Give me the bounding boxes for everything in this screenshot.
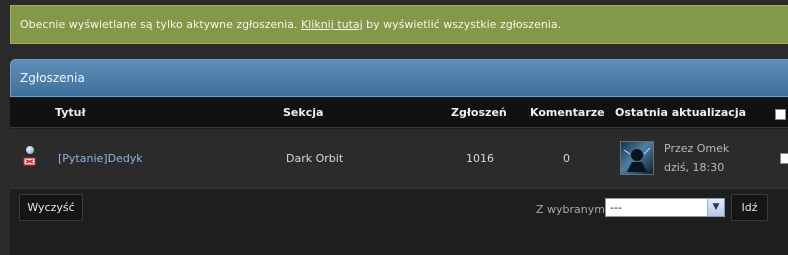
show-all-link[interactable]: Kliknij tutaj	[301, 18, 363, 31]
notice-text-before: Obecnie wyświetlane są tylko aktywne zgł…	[20, 18, 302, 31]
select-all-checkbox[interactable]	[775, 109, 786, 120]
table-row: [Pytanie]Dedyk Dark Orbit 1016 0 Przez O…	[10, 129, 788, 189]
row-last-update-author[interactable]: Przez Omek	[664, 141, 729, 157]
report-flag-icon	[23, 157, 36, 166]
row-comments-count: 0	[563, 152, 570, 165]
status-dot-icon	[26, 146, 34, 154]
table-header: Tytuł Sekcja Zgłoszeń Komentarze Ostatni…	[10, 98, 788, 128]
chevron-down-icon[interactable]: ▼	[707, 199, 724, 216]
column-reports[interactable]: Zgłoszeń	[451, 98, 507, 128]
column-last-update[interactable]: Ostatnia aktualizacja	[615, 98, 746, 128]
notice-text-after: by wyświetlić wszystkie zgłoszenia.	[362, 18, 562, 31]
notice-bar: Obecnie wyświetlane są tylko aktywne zgł…	[10, 5, 788, 44]
row-last-update-time: dziś, 18:30	[664, 161, 725, 174]
panel-title: Zgłoszenia	[10, 59, 788, 97]
with-selected-label: Z wybranymi:	[536, 203, 612, 216]
bulk-action-select-value: ---	[610, 201, 622, 214]
row-section: Dark Orbit	[286, 152, 344, 165]
avatar[interactable]	[620, 141, 654, 175]
row-title-link[interactable]: [Pytanie]Dedyk	[58, 151, 143, 167]
row-checkbox[interactable]	[780, 153, 788, 164]
row-reports-count: 1016	[466, 152, 494, 165]
column-section[interactable]: Sekcja	[283, 98, 323, 128]
bulk-action-select[interactable]: --- ▼	[605, 198, 725, 217]
column-title[interactable]: Tytuł	[55, 98, 86, 128]
clear-button[interactable]: Wyczyść	[19, 194, 83, 221]
reports-panel: Zgłoszenia Tytuł Sekcja Zgłoszeń Komenta…	[10, 59, 788, 255]
column-comments[interactable]: Komentarze	[530, 98, 605, 128]
go-button[interactable]: Idź	[731, 194, 768, 221]
